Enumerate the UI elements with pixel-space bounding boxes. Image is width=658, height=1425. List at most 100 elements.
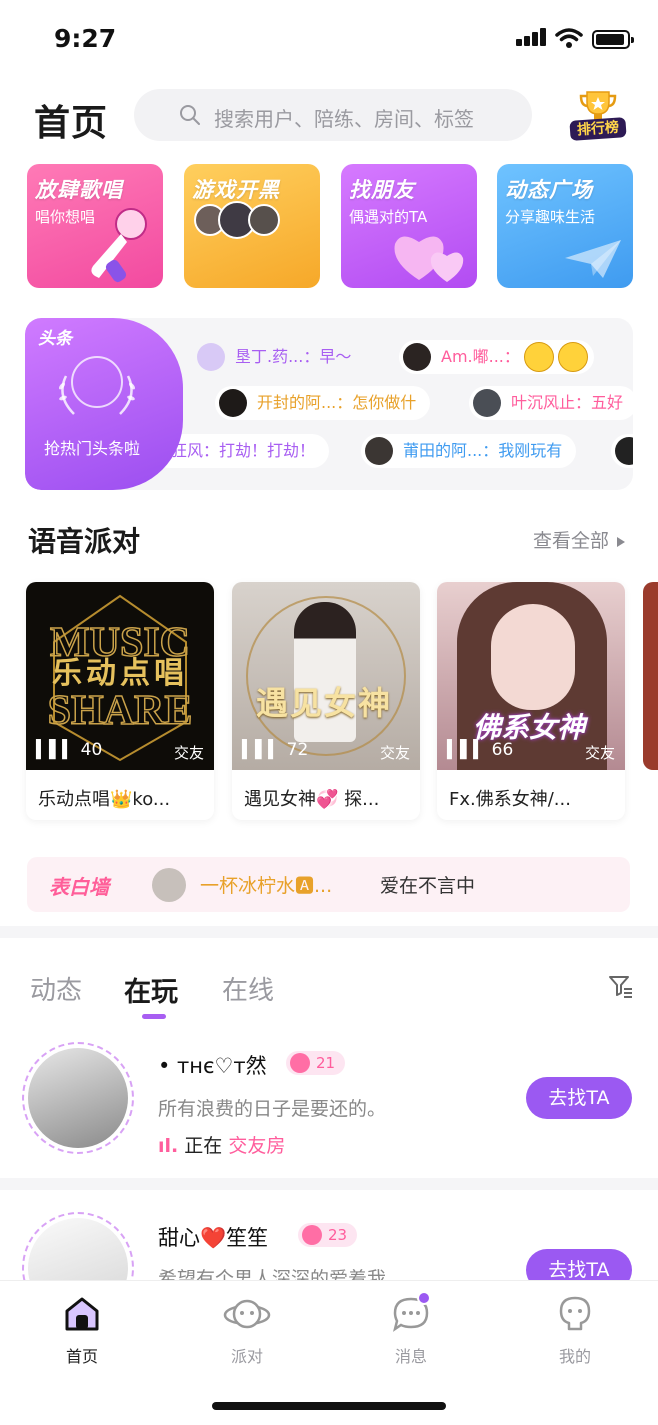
- listener-count-value: 66: [491, 740, 514, 760]
- room-name: Fx.佛系女神/...: [449, 789, 571, 810]
- emoji-icon: [557, 342, 588, 372]
- user-status: ıl. 正在 交友房: [158, 1131, 285, 1158]
- avatar: [219, 389, 247, 417]
- confession-wall[interactable]: 表白墙 一杯冰柠水🅰... 爱在不言中: [27, 857, 630, 912]
- active-tab-indicator: [142, 1014, 166, 1019]
- feature-subtitle: 分享趣味生活: [505, 208, 596, 226]
- room-cover-title: 乐动点唱: [52, 656, 188, 691]
- microphone-icon: [91, 208, 147, 283]
- page-title: 首页: [34, 103, 109, 144]
- listener-count: ▍▌▍ 72: [242, 740, 308, 760]
- nav-party[interactable]: 派对: [207, 1295, 287, 1367]
- clock: 9:27: [54, 24, 117, 53]
- status-room-link[interactable]: 交友房: [228, 1135, 285, 1157]
- room-cover-title: 遇见女神: [256, 684, 393, 722]
- room-card-peek[interactable]: [643, 582, 658, 770]
- confession-wall-logo: 表白墙: [49, 875, 109, 899]
- tab-playing[interactable]: 在玩: [124, 970, 178, 1009]
- headline-message[interactable]: [611, 434, 633, 468]
- status-bar: 9:27: [0, 0, 658, 78]
- leaderboard-label: 排行榜: [569, 117, 627, 141]
- avatar: [197, 343, 225, 371]
- avatar: [152, 868, 186, 902]
- nav-label: 我的: [558, 1347, 591, 1366]
- nav-profile[interactable]: 我的: [535, 1295, 615, 1367]
- wifi-icon: [555, 28, 583, 48]
- room-type: 交友: [173, 744, 204, 762]
- headline-cta: 抢热门头条啦: [44, 439, 141, 458]
- list-separator: [0, 1178, 658, 1190]
- headline-message[interactable]: Am.嘟...：: [399, 340, 594, 374]
- search-bar[interactable]: 搜索用户、陪练、房间、标签: [134, 89, 532, 141]
- confession-sender: 一杯冰柠水🅰...: [200, 875, 333, 897]
- section-title-voice-party: 语音派对: [28, 525, 141, 558]
- signal-icon: [516, 28, 548, 46]
- nav-label: 首页: [65, 1347, 98, 1366]
- headline-text: 叶沉风止：五好: [511, 393, 624, 412]
- heart-icon: [394, 236, 464, 282]
- unread-dot: [417, 1291, 431, 1305]
- avatar: [365, 437, 393, 465]
- audio-bars-icon: ▍▌▍: [36, 740, 76, 760]
- listener-count: ▍▌▍ 40: [36, 740, 102, 760]
- avatar: [403, 343, 431, 371]
- headline-message[interactable]: 开封的阿...：怎你做什: [215, 386, 431, 420]
- listener-count-value: 72: [286, 740, 309, 760]
- user-name: 甜心❤️笙笙: [158, 1226, 269, 1250]
- filter-icon[interactable]: [608, 974, 634, 998]
- see-all-link[interactable]: 查看全部: [533, 526, 625, 553]
- headline-message[interactable]: 叶沉风止：五好: [469, 386, 633, 420]
- cover-photo-face: [491, 604, 575, 710]
- party-planet-icon: [223, 1299, 271, 1329]
- avatar: [615, 437, 633, 465]
- headline-tag: 头条: [38, 329, 72, 349]
- nav-messages[interactable]: 消息: [371, 1291, 451, 1367]
- avatar: [473, 389, 501, 417]
- search-placeholder: 搜索用户、陪练、房间、标签: [214, 107, 474, 131]
- headline-text: Am.嘟...：: [441, 347, 520, 366]
- nav-label: 派对: [230, 1347, 263, 1366]
- user-name: • ᴛʜє♡ᴛ然: [158, 1054, 267, 1078]
- headline-message[interactable]: 垦丁.药...：早～: [193, 340, 365, 374]
- feature-card-sing[interactable]: 放肆歌唱 唱你想唱: [27, 164, 163, 288]
- feature-title: 找朋友: [349, 178, 415, 202]
- section-divider: [0, 926, 658, 938]
- feature-subtitle: 偶遇对的TA: [349, 208, 428, 226]
- headline-grab-button[interactable]: 头条 抢热门头条啦: [25, 318, 183, 490]
- find-ta-button[interactable]: 去找TA: [526, 1077, 632, 1119]
- feature-title: 游戏开黑: [192, 178, 280, 202]
- status-prefix: 正在: [184, 1135, 223, 1157]
- avatar-image: [28, 1048, 128, 1148]
- user-avatar[interactable]: [22, 1042, 134, 1154]
- playing-bars-icon: ıl.: [158, 1135, 179, 1157]
- feature-title: 放肆歌唱: [35, 178, 123, 202]
- emoji-icon: [523, 342, 554, 372]
- age-badge: 21: [286, 1051, 346, 1075]
- search-icon: [180, 105, 200, 125]
- age-badge: 23: [298, 1223, 358, 1247]
- cover-ring: [246, 596, 406, 756]
- audio-bars-icon: ▍▌▍: [242, 740, 282, 760]
- headline-text: 莆田的阿...：我刚玩有: [403, 441, 563, 460]
- headline-message[interactable]: 莆田的阿...：我刚玩有: [361, 434, 577, 468]
- nav-home[interactable]: 首页: [42, 1295, 122, 1367]
- feature-card-find-friends[interactable]: 找朋友 偶遇对的TA: [341, 164, 477, 288]
- nav-label: 消息: [394, 1347, 427, 1366]
- room-card[interactable]: MUSIC SHARE 乐动点唱 ▍▌▍ 40 交友 乐动点唱👑ko...: [26, 582, 214, 820]
- battery-icon: [592, 30, 634, 49]
- tab-moments[interactable]: 动态: [30, 970, 82, 1007]
- tab-online[interactable]: 在线: [222, 970, 274, 1007]
- audio-bars-icon: ▍▌▍: [447, 740, 487, 760]
- feature-title: 动态广场: [505, 178, 593, 202]
- room-card[interactable]: 遇见女神 ▍▌▍ 72 交友 遇见女神💞 探...: [232, 582, 420, 820]
- listener-count-value: 40: [80, 740, 103, 760]
- room-type: 交友: [379, 744, 410, 762]
- svg-text:SHARE: SHARE: [48, 688, 193, 734]
- confession-message: 爱在不言中: [380, 875, 476, 897]
- room-card[interactable]: 佛系女神 ▍▌▍ 66 交友 Fx.佛系女神/...: [437, 582, 625, 820]
- feature-card-moments[interactable]: 动态广场 分享趣味生活: [497, 164, 633, 288]
- room-type: 交友: [584, 744, 615, 762]
- leaderboard-button[interactable]: 排行榜: [567, 90, 629, 142]
- headline-text: 开封的阿...：怎你做什: [257, 393, 417, 412]
- feature-card-gaming[interactable]: 游戏开黑: [184, 164, 320, 288]
